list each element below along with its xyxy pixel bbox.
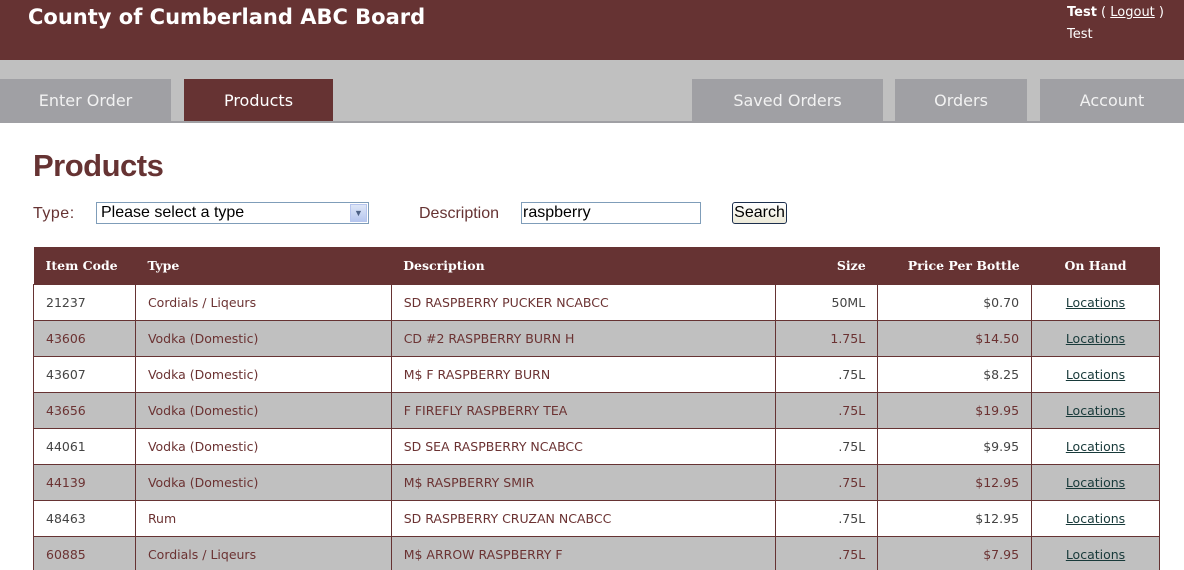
item-code-cell: 48463 [33, 499, 136, 537]
on-hand-cell: Locations [1031, 427, 1160, 465]
tab-products[interactable]: Products [184, 79, 333, 121]
page-title: Products [33, 148, 164, 183]
table-row: 44139 Vodka (Domestic) M$ RASPBERRY SMIR .7… [33, 463, 1160, 501]
description-label: Description [419, 205, 500, 222]
on-hand-cell: Locations [1031, 355, 1160, 393]
table-row: 60885 Cordials / Liqeurs M$ ARROW RASPBERR… [33, 535, 1160, 570]
price-cell: $9.95 [877, 427, 1033, 465]
description-cell: SD RASPBERRY CRUZAN NCABCC [390, 499, 777, 537]
table-row: 43607 Vodka (Domestic) M$ F RASPBERRY BURN… [33, 355, 1160, 393]
description-cell: SD RASPBERRY PUCKER NCABCC [390, 283, 777, 321]
products-table: Item Code Type Description Size Price Pe… [33, 247, 1160, 570]
type-label: Type: [33, 205, 75, 222]
site-header: County of Cumberland ABC Board Test ( Lo… [0, 0, 1184, 60]
size-cell: .75L [775, 535, 879, 570]
size-cell: .75L [775, 427, 879, 465]
on-hand-cell: Locations [1031, 499, 1160, 537]
description-input[interactable]: raspberry [521, 202, 701, 224]
chevron-down-icon[interactable]: ▼ [350, 204, 367, 222]
locations-link[interactable]: Locations [1066, 367, 1125, 382]
column-header-item-code[interactable]: Item Code [33, 247, 136, 284]
table-row: 43656 Vodka (Domestic) F FIREFLY RASPBERRY… [33, 391, 1160, 429]
on-hand-cell: Locations [1031, 463, 1160, 501]
type-cell: Vodka (Domestic) [134, 463, 392, 501]
tab-enter-order[interactable]: Enter Order [0, 79, 171, 121]
item-code-cell: 43607 [33, 355, 136, 393]
column-header-size[interactable]: Size [775, 247, 878, 284]
logout-link[interactable]: Logout [1110, 5, 1155, 20]
on-hand-cell: Locations [1031, 319, 1160, 357]
description-cell: F FIREFLY RASPBERRY TEA [390, 391, 777, 429]
size-cell: .75L [775, 355, 879, 393]
type-cell: Vodka (Domestic) [134, 319, 392, 357]
size-cell: .75L [775, 463, 879, 501]
item-code-cell: 44139 [33, 463, 136, 501]
item-code-cell: 44061 [33, 427, 136, 465]
locations-link[interactable]: Locations [1066, 439, 1125, 454]
column-header-type[interactable]: Type [135, 247, 392, 284]
description-cell: M$ ARROW RASPBERRY F [390, 535, 777, 570]
item-code-cell: 21237 [33, 283, 136, 321]
price-cell: $0.70 [877, 283, 1033, 321]
item-code-cell: 43606 [33, 319, 136, 357]
type-cell: Vodka (Domestic) [134, 427, 392, 465]
locations-link[interactable]: Locations [1066, 475, 1125, 490]
size-cell: .75L [775, 391, 879, 429]
price-cell: $19.95 [877, 391, 1033, 429]
price-cell: $8.25 [877, 355, 1033, 393]
size-cell: 1.75L [775, 319, 879, 357]
main-nav: Enter Order Products Saved Orders Orders… [0, 60, 1184, 123]
type-cell: Vodka (Domestic) [134, 391, 392, 429]
type-cell: Rum [134, 499, 392, 537]
item-code-cell: 43656 [33, 391, 136, 429]
table-row: 43606 Vodka (Domestic) CD #2 RASPBERRY BUR… [33, 319, 1160, 357]
description-cell: M$ F RASPBERRY BURN [390, 355, 777, 393]
price-cell: $12.95 [877, 463, 1033, 501]
size-cell: .75L [775, 499, 879, 537]
table-row: 48463 Rum SD RASPBERRY CRUZAN NCABCC .75L $1… [33, 499, 1160, 537]
locations-link[interactable]: Locations [1066, 511, 1125, 526]
locations-link[interactable]: Locations [1066, 403, 1125, 418]
item-code-cell: 60885 [33, 535, 136, 570]
description-cell: SD SEA RASPBERRY NCABCC [390, 427, 777, 465]
column-header-description[interactable]: Description [391, 247, 776, 284]
on-hand-cell: Locations [1031, 283, 1160, 321]
description-cell: CD #2 RASPBERRY BURN H [390, 319, 777, 357]
locations-link[interactable]: Locations [1066, 547, 1125, 562]
type-cell: Vodka (Domestic) [134, 355, 392, 393]
price-cell: $7.95 [877, 535, 1033, 570]
table-header-row: Item Code Type Description Size Price Pe… [33, 247, 1160, 284]
table-row: 21237 Cordials / Liqeurs SD RASPBERRY PUCK… [33, 283, 1160, 321]
column-header-on-hand[interactable]: On Hand [1031, 247, 1160, 284]
type-cell: Cordials / Liqeurs [134, 535, 392, 570]
price-cell: $12.95 [877, 499, 1033, 537]
search-button[interactable]: Search [732, 202, 787, 224]
tab-account[interactable]: Account [1040, 79, 1184, 121]
locations-link[interactable]: Locations [1066, 295, 1125, 310]
tab-orders[interactable]: Orders [895, 79, 1027, 121]
user-name: Test [1067, 5, 1097, 20]
column-header-price[interactable]: Price Per Bottle [877, 247, 1032, 284]
user-info: Test ( Logout ) Test [1067, 2, 1164, 46]
type-cell: Cordials / Liqeurs [134, 283, 392, 321]
table-row: 44061 Vodka (Domestic) SD SEA RASPBERRY NC… [33, 427, 1160, 465]
size-cell: 50ML [775, 283, 879, 321]
type-select[interactable]: Please select a type ▼ [96, 202, 369, 224]
tab-saved-orders[interactable]: Saved Orders [692, 79, 883, 121]
locations-link[interactable]: Locations [1066, 331, 1125, 346]
type-select-value: Please select a type [101, 204, 245, 221]
site-title: County of Cumberland ABC Board [28, 5, 426, 29]
on-hand-cell: Locations [1031, 391, 1160, 429]
price-cell: $14.50 [877, 319, 1033, 357]
account-name: Test [1067, 27, 1093, 42]
on-hand-cell: Locations [1031, 535, 1160, 570]
description-cell: M$ RASPBERRY SMIR [390, 463, 777, 501]
